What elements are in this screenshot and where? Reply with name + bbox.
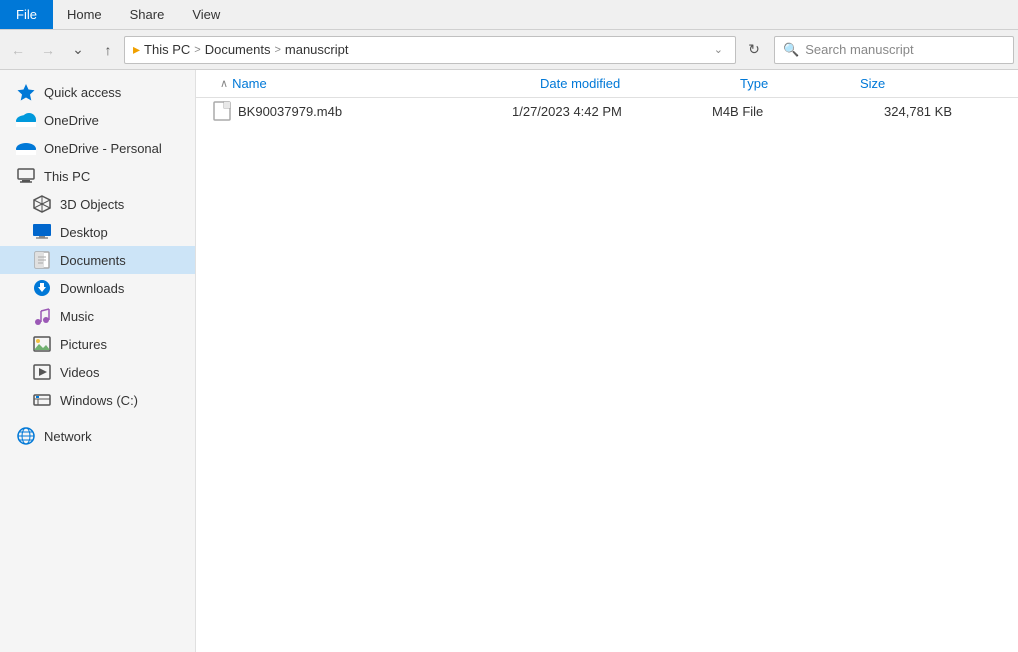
sidebar-label-quick-access: Quick access xyxy=(44,85,121,100)
search-placeholder: Search manuscript xyxy=(805,42,913,57)
pictures-icon xyxy=(32,334,52,354)
sidebar-item-downloads[interactable]: Downloads xyxy=(0,274,195,302)
refresh-button[interactable]: ↻ xyxy=(740,36,768,64)
up-button[interactable]: ↑ xyxy=(94,36,122,64)
file-size: 324,781 KB xyxy=(832,104,952,119)
address-dropdown[interactable]: ⌄ xyxy=(710,43,727,56)
sidebar-item-quick-access[interactable]: Quick access xyxy=(0,78,195,106)
sidebar-label-music: Music xyxy=(60,309,94,324)
sidebar-item-music[interactable]: Music xyxy=(0,302,195,330)
file-list: BK90037979.m4b 1/27/2023 4:42 PM M4B Fil… xyxy=(196,98,1018,652)
address-bar[interactable]: ▸ This PC > Documents > manuscript ⌄ xyxy=(124,36,736,64)
sidebar-item-videos[interactable]: Videos xyxy=(0,358,195,386)
address-sep-2: > xyxy=(274,44,280,56)
downloads-icon xyxy=(32,278,52,298)
address-documents[interactable]: Documents xyxy=(205,42,271,57)
toolbar: ← → ⌄ ↑ ▸ This PC > Documents > manuscri… xyxy=(0,30,1018,70)
forward-button[interactable]: → xyxy=(34,36,62,64)
sidebar-item-desktop[interactable]: Desktop xyxy=(0,218,195,246)
col-header-name[interactable]: ∧ Name xyxy=(212,70,532,97)
menu-home[interactable]: Home xyxy=(53,0,116,29)
3d-objects-icon xyxy=(32,194,52,214)
sidebar: Quick access OneDrive OneDrive - Persona… xyxy=(0,70,196,652)
file-type: M4B File xyxy=(712,104,832,119)
windows-c-icon xyxy=(32,390,52,410)
sidebar-label-network: Network xyxy=(44,429,92,444)
recent-locations-button[interactable]: ⌄ xyxy=(64,36,92,64)
documents-icon xyxy=(32,250,52,270)
col-header-type[interactable]: Type xyxy=(732,70,852,97)
network-icon xyxy=(16,426,36,446)
column-headers: ∧ Name Date modified Type Size xyxy=(196,70,1018,98)
quick-access-icon xyxy=(16,82,36,102)
sidebar-label-onedrive-personal: OneDrive - Personal xyxy=(44,141,162,156)
sidebar-item-windows-c[interactable]: Windows (C:) xyxy=(0,386,195,414)
address-sep-1: > xyxy=(194,44,200,56)
back-button[interactable]: ← xyxy=(4,36,32,64)
sidebar-item-network[interactable]: Network xyxy=(0,422,195,450)
sidebar-item-3d-objects[interactable]: 3D Objects xyxy=(0,190,195,218)
sidebar-label-videos: Videos xyxy=(60,365,100,380)
sort-chevron: ∧ xyxy=(220,77,228,90)
content-area: ∧ Name Date modified Type Size xyxy=(196,70,1018,652)
col-header-size[interactable]: Size xyxy=(852,70,972,97)
onedrive-icon xyxy=(16,110,36,130)
this-pc-icon xyxy=(16,166,36,186)
main-layout: Quick access OneDrive OneDrive - Persona… xyxy=(0,70,1018,652)
file-date: 1/27/2023 4:42 PM xyxy=(512,104,712,119)
file-name-cell: BK90037979.m4b xyxy=(212,101,512,121)
music-icon xyxy=(32,306,52,326)
sidebar-label-desktop: Desktop xyxy=(60,225,108,240)
menu-bar: File Home Share View xyxy=(0,0,1018,30)
sidebar-item-this-pc[interactable]: This PC xyxy=(0,162,195,190)
menu-file[interactable]: File xyxy=(0,0,53,29)
address-manuscript[interactable]: manuscript xyxy=(285,42,349,57)
col-header-date[interactable]: Date modified xyxy=(532,70,732,97)
sidebar-label-pictures: Pictures xyxy=(60,337,107,352)
search-bar[interactable]: 🔍 Search manuscript xyxy=(774,36,1014,64)
folder-icon: ▸ xyxy=(133,41,140,58)
desktop-icon xyxy=(32,222,52,242)
sidebar-label-downloads: Downloads xyxy=(60,281,124,296)
sidebar-label-windows-c: Windows (C:) xyxy=(60,393,138,408)
menu-view[interactable]: View xyxy=(178,0,234,29)
table-row[interactable]: BK90037979.m4b 1/27/2023 4:42 PM M4B Fil… xyxy=(204,98,1010,124)
sidebar-label-onedrive: OneDrive xyxy=(44,113,99,128)
videos-icon xyxy=(32,362,52,382)
onedrive-personal-icon xyxy=(16,138,36,158)
menu-share[interactable]: Share xyxy=(116,0,179,29)
sidebar-item-pictures[interactable]: Pictures xyxy=(0,330,195,358)
sidebar-item-onedrive-personal[interactable]: OneDrive - Personal xyxy=(0,134,195,162)
search-icon: 🔍 xyxy=(783,42,799,58)
sidebar-label-documents: Documents xyxy=(60,253,126,268)
address-this-pc[interactable]: This PC xyxy=(144,42,190,57)
file-name: BK90037979.m4b xyxy=(238,104,342,119)
sidebar-label-3d-objects: 3D Objects xyxy=(60,197,124,212)
sidebar-item-onedrive[interactable]: OneDrive xyxy=(0,106,195,134)
file-icon xyxy=(212,101,232,121)
sidebar-label-this-pc: This PC xyxy=(44,169,90,184)
sidebar-item-documents[interactable]: Documents xyxy=(0,246,195,274)
